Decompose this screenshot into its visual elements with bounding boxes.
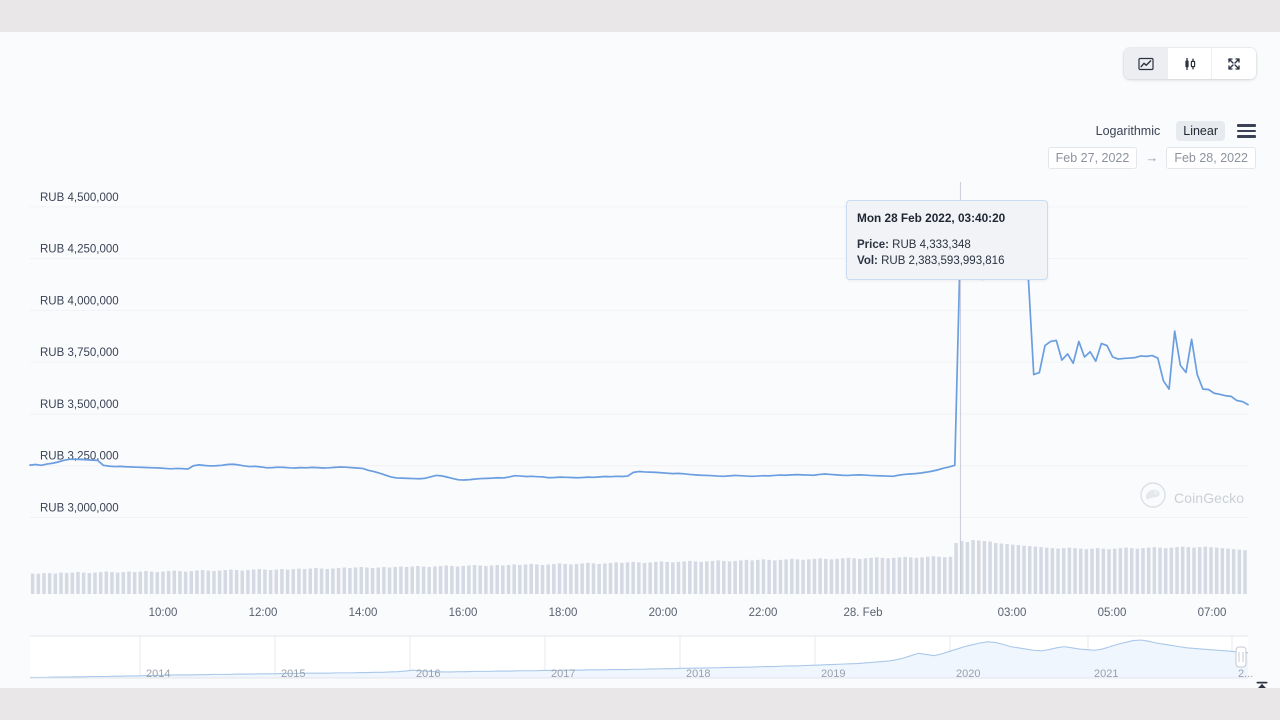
x-axis-labels: 10:00 12:00 14:00 16:00 18:00 20:00 22:00 28. F…	[149, 607, 1227, 619]
y-axis-tick-label: RUB 3,250,000	[40, 451, 119, 463]
line-chart-icon	[1138, 56, 1154, 72]
navigator-tick-label: 2019	[821, 668, 845, 680]
tooltip-volume-label: Vol:	[857, 255, 878, 267]
price-line	[30, 241, 1248, 480]
x-axis-tick-label: 03:00	[998, 607, 1027, 619]
y-axis-tick-label: RUB 4,500,000	[40, 192, 119, 204]
x-axis-tick-label: 16:00	[449, 607, 478, 619]
tooltip-price-row: Price: RUB 4,333,348	[857, 237, 1037, 253]
chart-page: RUB 3,000,000 RUB 3,250,000 RUB 3,500,000 R…	[0, 32, 1280, 688]
date-range-arrow-icon: →	[1145, 150, 1158, 166]
tooltip-price-label: Price:	[857, 239, 889, 251]
navigator-tick-label: 2016	[416, 668, 440, 680]
y-axis-tick-label: RUB 4,000,000	[40, 295, 119, 307]
date-from-input[interactable]: Feb 27, 2022	[1048, 147, 1138, 169]
x-axis-tick-label: 28. Feb	[844, 607, 883, 619]
x-axis-tick-label: 18:00	[549, 607, 578, 619]
navigator-right-handle[interactable]	[1236, 647, 1246, 667]
chart-tooltip: Mon 28 Feb 2022, 03:40:20 Price: RUB 4,3…	[846, 200, 1048, 280]
x-axis-tick-label: 20:00	[649, 607, 678, 619]
scroll-to-top-button[interactable]	[1252, 680, 1272, 688]
x-axis-tick-label: 14:00	[349, 607, 378, 619]
y-axis-tick-label: RUB 3,750,000	[40, 347, 119, 359]
x-axis-tick-label: 22:00	[749, 607, 778, 619]
chart-menu-icon[interactable]	[1234, 122, 1256, 140]
x-axis-tick-label: 07:00	[1198, 607, 1227, 619]
navigator-tick-label: 2020	[956, 668, 980, 680]
linear-scale-option[interactable]: Linear	[1176, 121, 1225, 141]
scroll-to-top-icon	[1254, 680, 1270, 689]
candlestick-chart-button[interactable]	[1168, 48, 1212, 79]
y-axis-tick-label: RUB 3,000,000	[40, 503, 119, 515]
navigator-tick-label: 2018	[686, 668, 710, 680]
date-range-controls[interactable]: Feb 27, 2022 → Feb 28, 2022	[1048, 147, 1256, 169]
date-to-input[interactable]: Feb 28, 2022	[1166, 147, 1256, 169]
chart-type-toggle-group[interactable]	[1124, 48, 1256, 79]
line-chart-button[interactable]	[1124, 48, 1168, 79]
fullscreen-icon	[1226, 56, 1242, 72]
x-axis-tick-label: 05:00	[1098, 607, 1127, 619]
candlestick-chart-icon	[1182, 56, 1198, 72]
tooltip-volume-row: Vol: RUB 2,383,593,993,816	[857, 253, 1037, 269]
browser-chrome-top	[0, 0, 1280, 32]
tooltip-timestamp: Mon 28 Feb 2022, 03:40:20	[857, 210, 1037, 226]
fullscreen-button[interactable]	[1212, 48, 1256, 79]
tooltip-price-value: RUB 4,333,348	[892, 239, 971, 251]
browser-chrome-bottom	[0, 688, 1280, 720]
volume-bars	[31, 540, 1247, 594]
navigator-tick-label: 2015	[281, 668, 305, 680]
logarithmic-scale-option[interactable]: Logarithmic	[1089, 121, 1168, 141]
x-axis-tick-label: 12:00	[249, 607, 278, 619]
tooltip-volume-value: RUB 2,383,593,993,816	[881, 255, 1004, 267]
scale-controls[interactable]: Logarithmic Linear	[1089, 120, 1256, 142]
navigator-tick-label: 2017	[551, 668, 575, 680]
y-axis-tick-label: RUB 4,250,000	[40, 244, 119, 256]
y-axis-tick-label: RUB 3,500,000	[40, 399, 119, 411]
navigator-tick-label: 2...	[1238, 668, 1253, 680]
navigator-tick-label: 2014	[146, 668, 170, 680]
navigator-tick-label: 2021	[1094, 668, 1118, 680]
navigator[interactable]	[30, 636, 1248, 678]
x-axis-tick-label: 10:00	[149, 607, 178, 619]
